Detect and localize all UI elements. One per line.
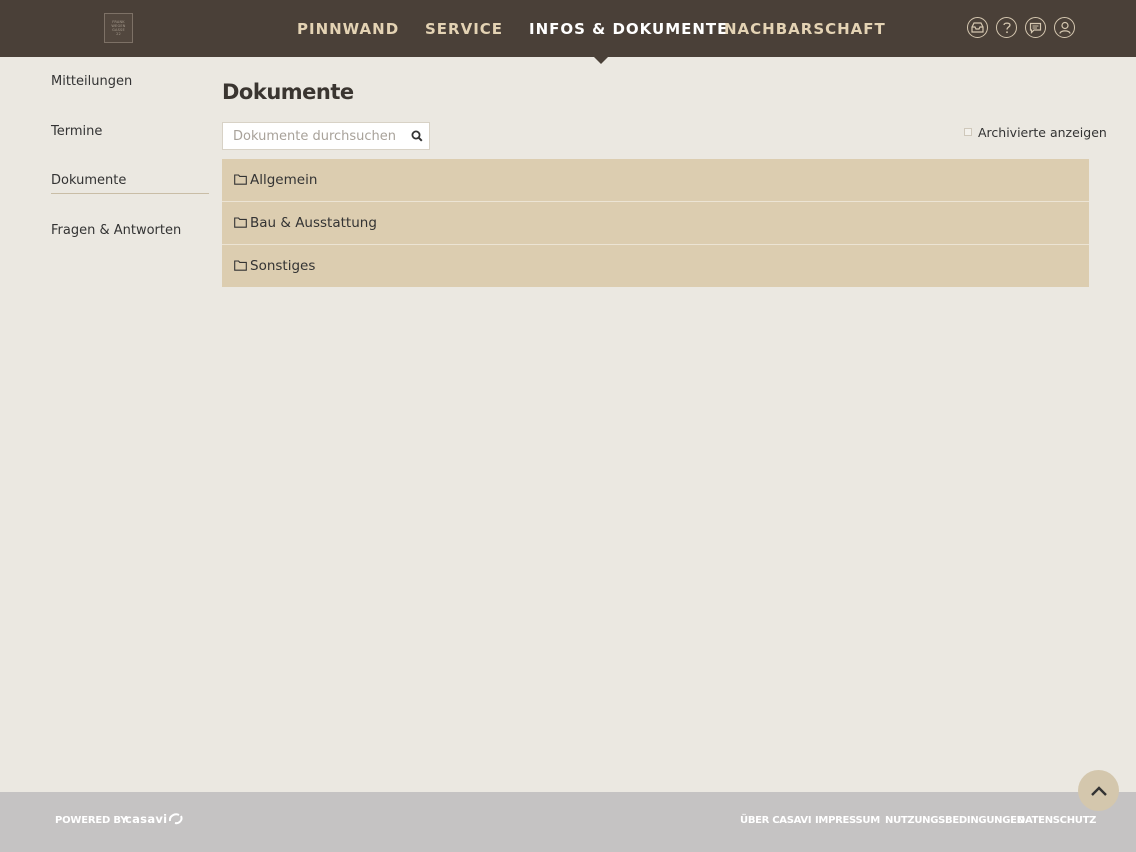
nav-service[interactable]: SERVICE — [425, 0, 503, 57]
powered-by-label: POWERED BY — [55, 815, 128, 826]
inbox-icon[interactable] — [967, 17, 988, 38]
scroll-to-top-button[interactable] — [1078, 770, 1119, 811]
footer-link-ueber-casavi[interactable]: ÜBER CASAVI — [740, 815, 812, 826]
show-archived-checkbox[interactable] — [964, 128, 972, 136]
casavi-logo[interactable]: casavi — [125, 812, 185, 826]
search-icon[interactable] — [409, 128, 425, 144]
nav-pinnwand[interactable]: PINNWAND — [297, 0, 399, 57]
footer-link-impressum[interactable]: IMPRESSUM — [815, 815, 880, 826]
footer: POWERED BY casavi ÜBER CASAVI IMPRESSUM … — [0, 792, 1136, 852]
folder-icon — [234, 217, 248, 229]
active-nav-caret — [594, 57, 608, 64]
page-title: Dokumente — [222, 80, 354, 104]
folder-icon — [234, 260, 248, 272]
folder-label: Sonstiges — [250, 258, 316, 274]
help-icon[interactable] — [996, 17, 1017, 38]
folder-list: Allgemein Bau & Ausstattung Sonstiges — [222, 159, 1089, 287]
messages-icon[interactable] — [1025, 17, 1046, 38]
sidebar-item-termine[interactable]: Termine — [51, 124, 209, 139]
search-input[interactable] — [223, 123, 409, 149]
chevron-up-icon — [1090, 785, 1107, 796]
folder-row-sonstiges[interactable]: Sonstiges — [222, 245, 1089, 287]
sidebar-item-mitteilungen[interactable]: Mitteilungen — [51, 74, 209, 89]
folder-label: Allgemein — [250, 172, 318, 188]
show-archived-label: Archivierte anzeigen — [978, 124, 1107, 140]
folder-row-bau-ausstattung[interactable]: Bau & Ausstattung — [222, 202, 1089, 245]
nav-nachbarschaft[interactable]: NACHBARSCHAFT — [724, 0, 886, 57]
casavi-wordmark: casavi — [125, 812, 168, 826]
document-search — [222, 122, 430, 150]
folder-label: Bau & Ausstattung — [250, 215, 377, 231]
casavi-logo-icon — [169, 813, 183, 825]
logo[interactable]: FRANK WEGEN GASSE 22 — [104, 13, 133, 43]
top-navigation-bar: FRANK WEGEN GASSE 22 PINNWAND SERVICE IN… — [0, 0, 1136, 57]
logo-line: 22 — [116, 32, 121, 37]
footer-link-nutzungsbedingungen[interactable]: NUTZUNGSBEDINGUNGEN — [885, 815, 1025, 826]
folder-icon — [234, 174, 248, 186]
show-archived-toggle[interactable]: Archivierte anzeigen — [964, 124, 1107, 140]
footer-link-datenschutz[interactable]: DATENSCHUTZ — [1017, 815, 1096, 826]
sidebar-item-fragen-antworten[interactable]: Fragen & Antworten — [51, 223, 209, 238]
sidebar-item-dokumente[interactable]: Dokumente — [51, 173, 209, 194]
folder-row-allgemein[interactable]: Allgemein — [222, 159, 1089, 202]
nav-infos-dokumente[interactable]: INFOS & DOKUMENTE — [529, 0, 728, 57]
user-icon[interactable] — [1054, 17, 1075, 38]
